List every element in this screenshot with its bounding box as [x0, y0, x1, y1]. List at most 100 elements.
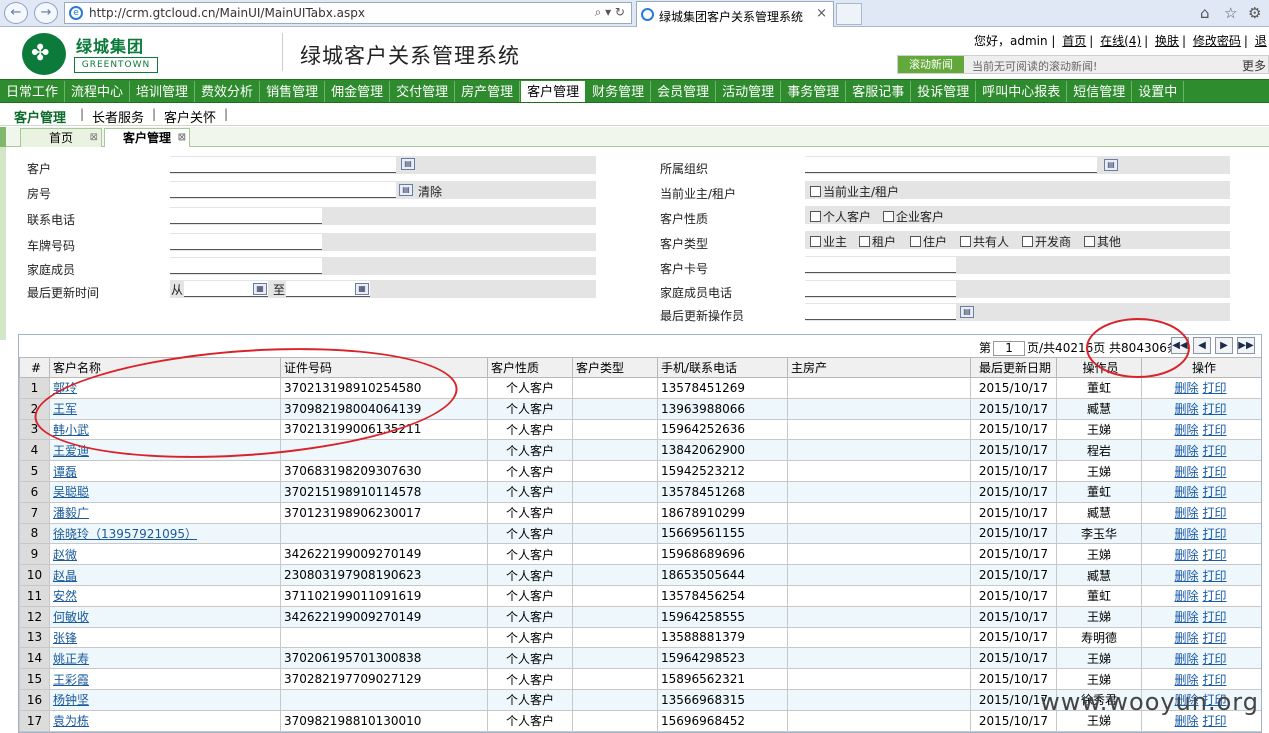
- delete-link[interactable]: 删除: [1174, 465, 1198, 479]
- last-page-icon[interactable]: ▶▶: [1237, 337, 1255, 354]
- lookup-icon[interactable]: ▤: [399, 184, 413, 196]
- room-input[interactable]: [170, 182, 396, 198]
- lookup-icon[interactable]: ▤: [1104, 159, 1118, 171]
- delete-link[interactable]: 删除: [1174, 673, 1198, 687]
- delete-link[interactable]: 删除: [1174, 506, 1198, 520]
- delete-link[interactable]: 删除: [1174, 423, 1198, 437]
- nature-personal-checkbox[interactable]: 个人客户: [810, 208, 871, 225]
- menu-item[interactable]: 投诉管理: [911, 81, 977, 102]
- menu-item[interactable]: 销售管理: [260, 81, 326, 102]
- customer-name-link[interactable]: 赵微: [53, 548, 77, 562]
- delete-link[interactable]: 删除: [1174, 527, 1198, 541]
- col-phone[interactable]: 手机/联系电话: [657, 357, 788, 378]
- type-developer-checkbox[interactable]: 开发商: [1022, 233, 1071, 250]
- menu-item[interactable]: 呼叫中心报表: [976, 81, 1068, 102]
- delete-link[interactable]: 删除: [1174, 631, 1198, 645]
- print-link[interactable]: 打印: [1203, 548, 1227, 562]
- customer-name-link[interactable]: 姚正寿: [53, 652, 89, 666]
- menu-item[interactable]: 财务管理: [586, 81, 652, 102]
- address-tools[interactable]: ⌕ ▾ ↻: [595, 5, 625, 20]
- print-link[interactable]: 打印: [1203, 673, 1227, 687]
- settings-gear-icon[interactable]: ⚙: [1248, 4, 1261, 22]
- online-link[interactable]: 在线(4): [1100, 34, 1141, 48]
- menu-item[interactable]: 培训管理: [130, 81, 196, 102]
- delete-link[interactable]: 删除: [1174, 569, 1198, 583]
- delete-link[interactable]: 删除: [1174, 444, 1198, 458]
- delete-link[interactable]: 删除: [1174, 652, 1198, 666]
- print-link[interactable]: 打印: [1203, 714, 1227, 728]
- delete-link[interactable]: 删除: [1174, 381, 1198, 395]
- lookup-icon[interactable]: ▤: [960, 306, 974, 318]
- nature-enterprise-checkbox[interactable]: 企业客户: [883, 208, 944, 225]
- customer-input[interactable]: [170, 157, 396, 173]
- delete-link[interactable]: 删除: [1174, 485, 1198, 499]
- address-bar[interactable]: e http://crm.gtcloud.cn/MainUI/MainUITab…: [64, 2, 632, 24]
- new-tab-button[interactable]: [836, 3, 862, 25]
- next-page-icon[interactable]: ▶: [1215, 337, 1233, 354]
- menu-item[interactable]: 日常工作: [0, 81, 66, 102]
- menu-item[interactable]: 佣金管理: [325, 81, 391, 102]
- home-icon[interactable]: ⌂: [1200, 4, 1210, 22]
- customer-name-link[interactable]: 赵晶: [53, 569, 77, 583]
- print-link[interactable]: 打印: [1203, 444, 1227, 458]
- menu-item[interactable]: 短信管理: [1067, 81, 1133, 102]
- home-link[interactable]: 首页: [1062, 34, 1086, 48]
- close-tab-icon[interactable]: ×: [816, 6, 827, 21]
- col-house[interactable]: 主房产: [787, 357, 971, 378]
- favorites-star-icon[interactable]: ☆: [1224, 4, 1237, 22]
- menu-item[interactable]: 会员管理: [651, 81, 717, 102]
- switch-skin-link[interactable]: 换肤: [1155, 34, 1179, 48]
- browser-tab[interactable]: 绿城集团客户关系管理系统 ×: [636, 1, 834, 27]
- close-tab-icon[interactable]: ⊠: [178, 129, 186, 147]
- customer-name-link[interactable]: 杨钟坚: [53, 693, 89, 707]
- phone-input[interactable]: [170, 208, 322, 224]
- family-input[interactable]: [170, 258, 322, 274]
- prev-page-icon[interactable]: ◀: [1193, 337, 1211, 354]
- print-link[interactable]: 打印: [1203, 465, 1227, 479]
- clear-link[interactable]: 清除: [418, 183, 442, 200]
- delete-link[interactable]: 删除: [1174, 402, 1198, 416]
- org-input[interactable]: [805, 157, 1097, 173]
- calendar-icon[interactable]: ▦: [253, 283, 267, 295]
- customer-name-link[interactable]: 王彩霞: [53, 673, 89, 687]
- type-owner-checkbox[interactable]: 业主: [810, 233, 847, 250]
- customer-name-link[interactable]: 安然: [53, 589, 77, 603]
- menu-item[interactable]: 费效分析: [195, 81, 261, 102]
- back-icon[interactable]: ←: [4, 2, 28, 24]
- customer-name-link[interactable]: 吴聪聪: [53, 485, 89, 499]
- card-input[interactable]: [805, 257, 956, 273]
- operator-input[interactable]: [805, 304, 956, 320]
- print-link[interactable]: 打印: [1203, 423, 1227, 437]
- menu-item[interactable]: 客服记事: [846, 81, 912, 102]
- page-tab-customer[interactable]: 客户管理 ⊠: [104, 128, 190, 147]
- col-index[interactable]: #: [19, 357, 50, 378]
- menu-item[interactable]: 活动管理: [716, 81, 782, 102]
- forward-icon[interactable]: →: [34, 2, 58, 24]
- customer-name-link[interactable]: 徐晓玲（13957921095）: [53, 527, 197, 541]
- customer-name-link[interactable]: 袁为栋: [53, 714, 89, 728]
- page-tab-home[interactable]: 首页 ⊠: [20, 128, 102, 147]
- menu-item[interactable]: 客户管理: [520, 80, 587, 102]
- delete-link[interactable]: 删除: [1174, 589, 1198, 603]
- print-link[interactable]: 打印: [1203, 506, 1227, 520]
- delete-link[interactable]: 删除: [1174, 610, 1198, 624]
- close-tab-icon[interactable]: ⊠: [90, 129, 98, 147]
- submenu-elder-service[interactable]: 长者服务: [92, 107, 144, 126]
- news-more-link[interactable]: 更多: [1242, 57, 1266, 74]
- delete-link[interactable]: 删除: [1174, 548, 1198, 562]
- menu-item[interactable]: 事务管理: [781, 81, 847, 102]
- logout-link[interactable]: 退: [1255, 34, 1267, 48]
- print-link[interactable]: 打印: [1203, 652, 1227, 666]
- submenu-customer-management[interactable]: 客户管理: [14, 107, 66, 126]
- col-nature[interactable]: 客户性质: [487, 357, 573, 378]
- print-link[interactable]: 打印: [1203, 610, 1227, 624]
- type-tenant-checkbox[interactable]: 租户: [859, 233, 896, 250]
- customer-name-link[interactable]: 何敏收: [53, 610, 89, 624]
- left-collapse-handle[interactable]: [0, 127, 6, 147]
- lookup-icon[interactable]: ▤: [401, 158, 415, 170]
- type-coowner-checkbox[interactable]: 共有人: [960, 233, 1009, 250]
- page-number-input[interactable]: 1: [993, 341, 1026, 356]
- plate-input[interactable]: [170, 234, 322, 250]
- customer-name-link[interactable]: 张锋: [53, 631, 77, 645]
- family-phone-input[interactable]: [805, 281, 956, 297]
